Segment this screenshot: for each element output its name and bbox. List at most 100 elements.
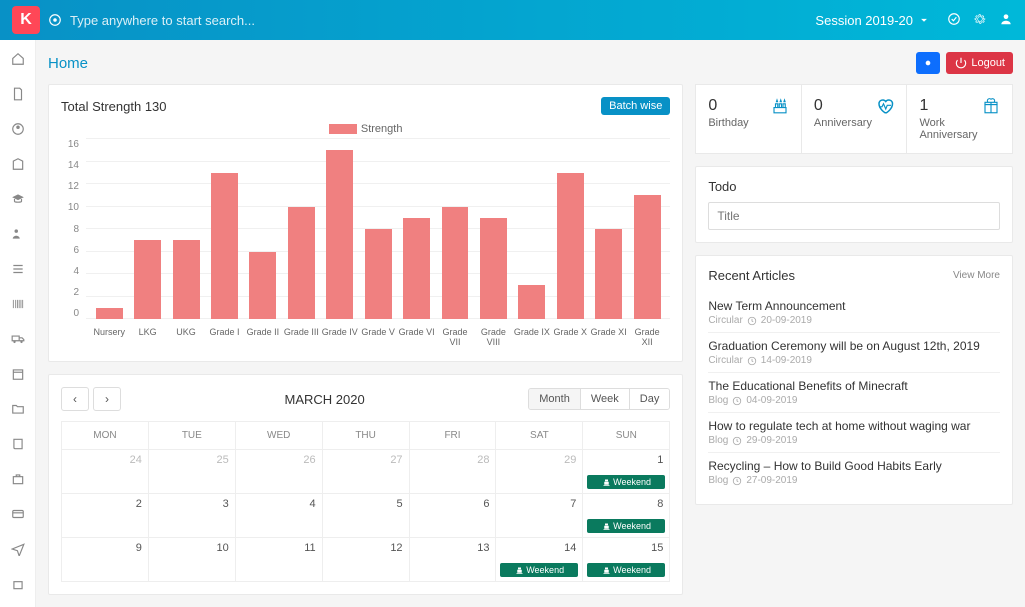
calendar-cell[interactable]: 9 <box>62 538 149 582</box>
user-icon[interactable] <box>999 12 1013 29</box>
top-actions <box>947 12 1013 29</box>
calendar-cell[interactable]: 10 <box>148 538 235 582</box>
articles-view-more[interactable]: View More <box>953 270 1000 281</box>
stat-anniversary[interactable]: 0 Anniversary <box>802 84 908 154</box>
article-item[interactable]: The Educational Benefits of MinecraftBlo… <box>708 372 1000 412</box>
legend-swatch <box>329 124 357 134</box>
chart-bar[interactable] <box>282 207 320 320</box>
day-number: 28 <box>477 454 489 466</box>
teacher-icon[interactable] <box>11 227 25 244</box>
calendar-cell[interactable]: 5 <box>322 494 409 538</box>
x-tick-label: Grade IV <box>321 323 359 349</box>
calendar-view-week[interactable]: Week <box>580 389 629 409</box>
chart-bar[interactable] <box>128 240 166 319</box>
stat-birthday[interactable]: 0 Birthday <box>695 84 802 154</box>
gears-icon[interactable] <box>973 12 987 29</box>
calendar-cell[interactable]: 1 Weekend <box>583 450 670 494</box>
calendar-cell[interactable]: 25 <box>148 450 235 494</box>
calendar-cell[interactable]: 13 <box>409 538 496 582</box>
top-bar: K Type anywhere to start search... Sessi… <box>0 0 1025 40</box>
chart-bar[interactable] <box>90 308 128 319</box>
chart-bar[interactable] <box>397 218 435 319</box>
article-item[interactable]: New Term AnnouncementCircular 20-09-2019 <box>708 293 1000 332</box>
day-number: 2 <box>136 498 142 510</box>
batch-wise-button[interactable]: Batch wise <box>601 97 670 115</box>
power-icon <box>954 56 968 70</box>
calendar-event[interactable]: Weekend <box>500 563 578 577</box>
calendar-view-day[interactable]: Day <box>629 389 670 409</box>
chart-bar[interactable] <box>244 252 282 320</box>
todo-title-input[interactable] <box>708 202 1000 230</box>
calendar-cell[interactable]: 12 <box>322 538 409 582</box>
x-tick-label: Grade VIII <box>474 323 512 349</box>
calendar-cell[interactable]: 14 Weekend <box>496 538 583 582</box>
chart-bar[interactable] <box>474 218 512 319</box>
truck-icon[interactable] <box>11 332 25 349</box>
calendar-cell[interactable]: 7 <box>496 494 583 538</box>
chart-bar[interactable] <box>359 229 397 319</box>
chart-bar[interactable] <box>321 150 359 319</box>
calendar-cell[interactable]: 6 <box>409 494 496 538</box>
article-item[interactable]: Recycling – How to Build Good Habits Ear… <box>708 452 1000 492</box>
day-number: 29 <box>564 454 576 466</box>
settings-button[interactable] <box>916 52 940 74</box>
document-icon[interactable] <box>11 87 25 104</box>
calendar-cell[interactable]: 8 Weekend <box>583 494 670 538</box>
user-circle-icon[interactable] <box>11 122 25 139</box>
building-icon[interactable] <box>11 157 25 174</box>
article-title: How to regulate tech at home without wag… <box>708 419 1000 433</box>
calendar-event[interactable]: Weekend <box>587 563 665 577</box>
chart-bar[interactable] <box>628 195 666 319</box>
chart-bar[interactable] <box>589 229 627 319</box>
day-number: 10 <box>217 542 229 554</box>
check-circle-icon[interactable] <box>947 12 961 29</box>
book-icon[interactable] <box>11 437 25 454</box>
graduation-icon[interactable] <box>11 192 25 209</box>
chart-bar[interactable] <box>205 173 243 319</box>
session-selector[interactable]: Session 2019-20 <box>815 13 931 28</box>
calendar-prev-button[interactable]: ‹ <box>61 387 89 411</box>
calendar-event[interactable]: Weekend <box>587 519 665 533</box>
x-tick-label: Nursery <box>90 323 128 349</box>
calendar-cell[interactable]: 4 <box>235 494 322 538</box>
chart-bar[interactable] <box>436 207 474 320</box>
plot: NurseryLKGUKGGrade IGrade IIGrade IIIGra… <box>85 139 670 349</box>
calendar-next-button[interactable]: › <box>93 387 121 411</box>
calendar-cell[interactable]: 24 <box>62 450 149 494</box>
calendar-cell[interactable]: 2 <box>62 494 149 538</box>
calendar-event[interactable]: Weekend <box>587 475 665 489</box>
chart-bar[interactable] <box>167 240 205 319</box>
chart-bar[interactable] <box>513 285 551 319</box>
calendar-cell[interactable]: 15 Weekend <box>583 538 670 582</box>
todo-heading: Todo <box>708 179 1000 194</box>
x-axis-labels: NurseryLKGUKGGrade IGrade IIGrade IIIGra… <box>86 323 670 349</box>
calendar-cell[interactable]: 29 <box>496 450 583 494</box>
calendar-icon[interactable] <box>11 367 25 384</box>
day-number: 1 <box>657 454 663 466</box>
card-icon[interactable] <box>11 507 25 524</box>
calendar-cell[interactable]: 28 <box>409 450 496 494</box>
logout-button[interactable]: Logout <box>946 52 1013 74</box>
article-item[interactable]: Graduation Ceremony will be on August 12… <box>708 332 1000 372</box>
stat-work-anniversary[interactable]: 1 Work Anniversary <box>907 84 1013 154</box>
article-meta: Blog 27-09-2019 <box>708 475 1000 486</box>
calendar-cell[interactable]: 26 <box>235 450 322 494</box>
day-number: 24 <box>130 454 142 466</box>
folder-icon[interactable] <box>11 402 25 419</box>
global-search[interactable]: Type anywhere to start search... <box>70 13 815 28</box>
settings-circle-icon[interactable] <box>48 13 62 27</box>
briefcase-icon[interactable] <box>11 472 25 489</box>
app-logo[interactable]: K <box>12 6 40 34</box>
suitcase-icon[interactable] <box>11 577 25 594</box>
articles-heading: Recent Articles <box>708 268 795 283</box>
calendar-view-month[interactable]: Month <box>529 389 580 409</box>
barcode-icon[interactable] <box>11 297 25 314</box>
home-icon[interactable] <box>11 52 25 69</box>
calendar-cell[interactable]: 11 <box>235 538 322 582</box>
chart-bar[interactable] <box>551 173 589 319</box>
article-item[interactable]: How to regulate tech at home without wag… <box>708 412 1000 452</box>
calendar-cell[interactable]: 3 <box>148 494 235 538</box>
calendar-cell[interactable]: 27 <box>322 450 409 494</box>
x-tick-label: Grade III <box>282 323 320 349</box>
list-icon[interactable] <box>11 262 25 279</box>
